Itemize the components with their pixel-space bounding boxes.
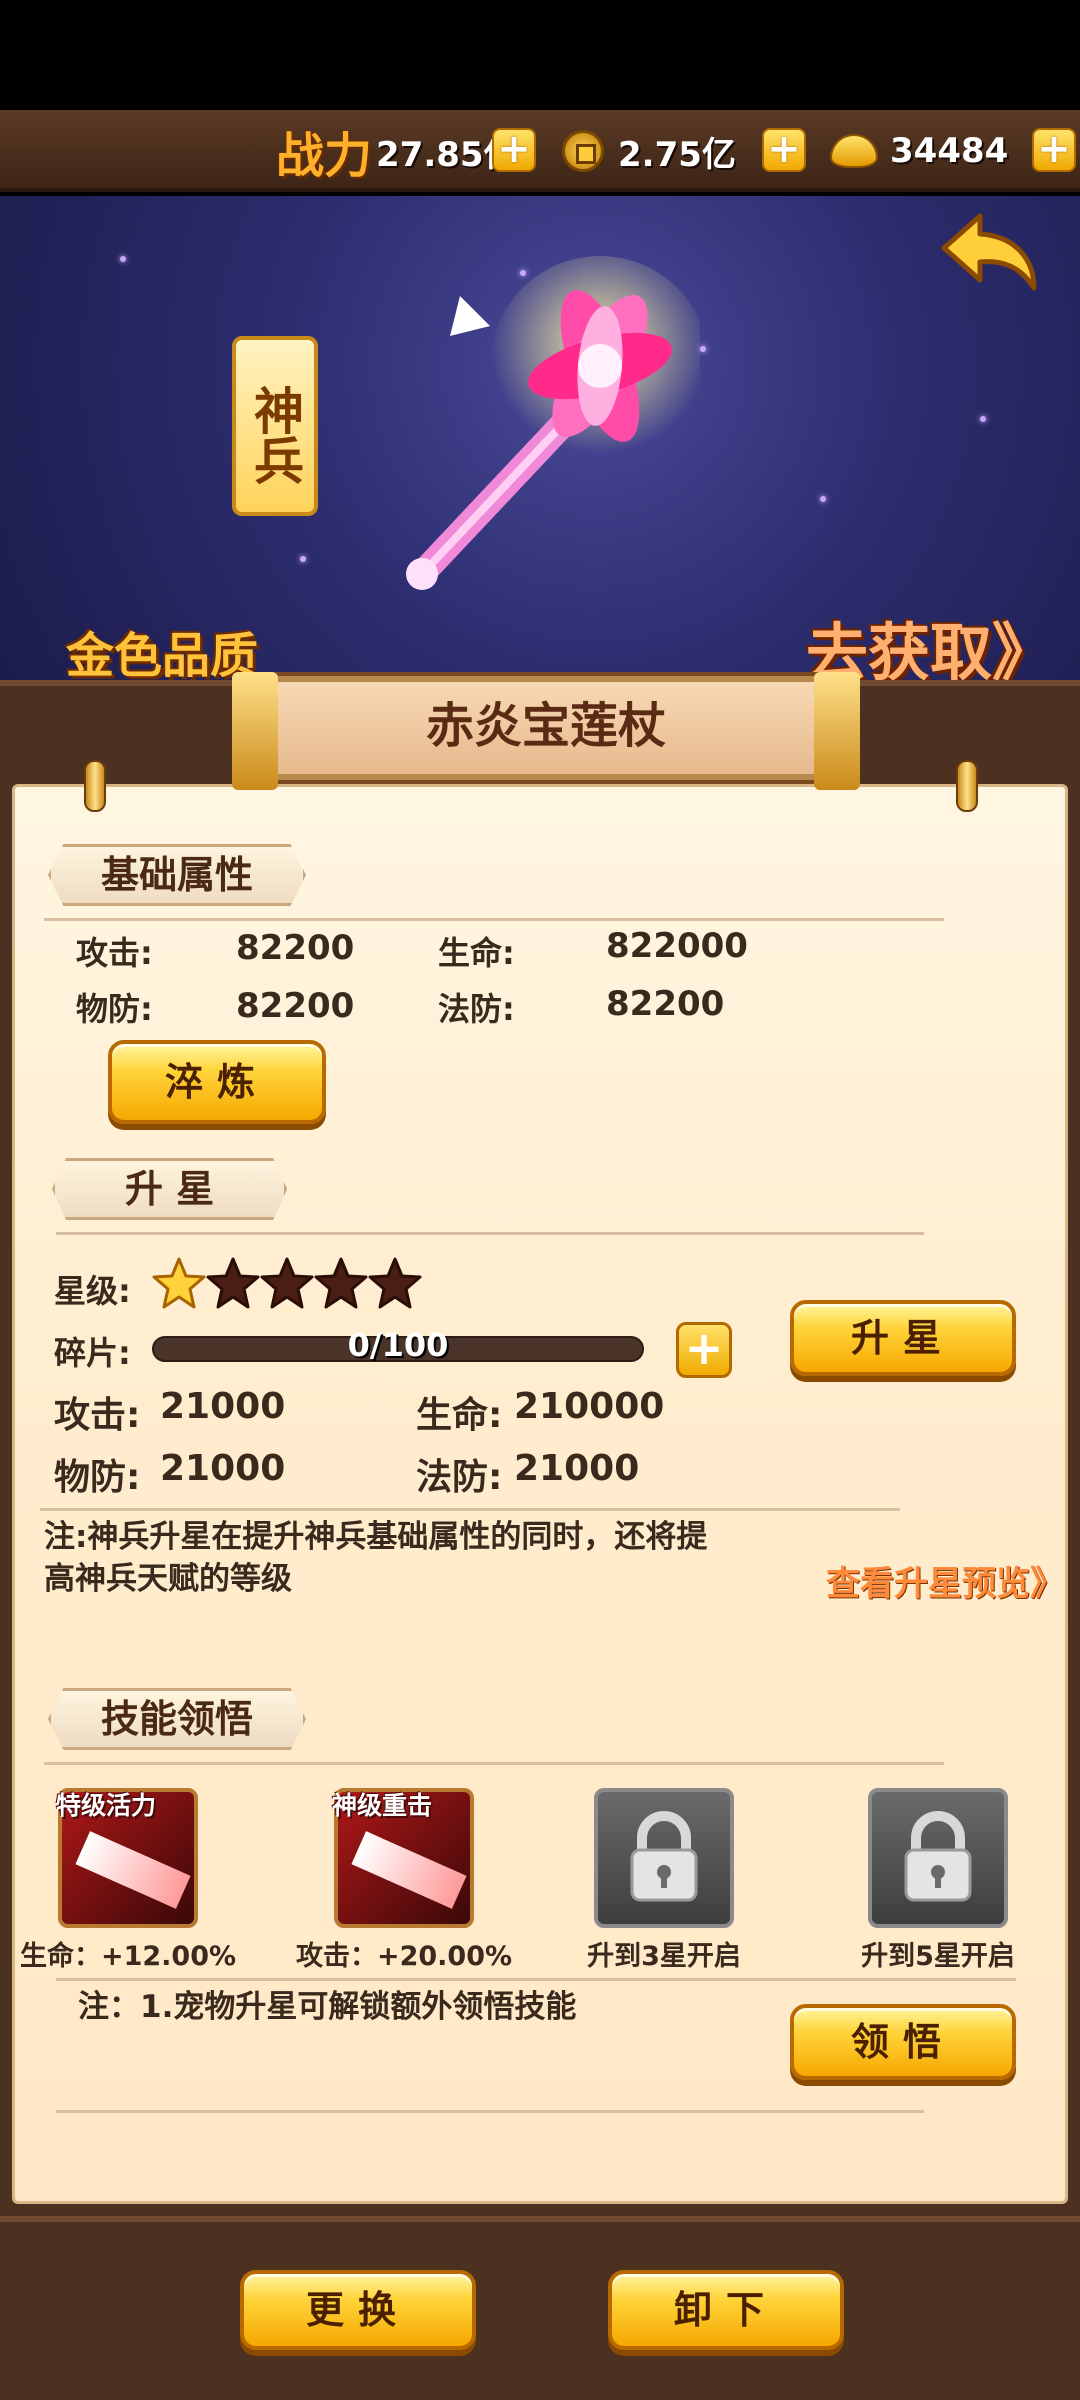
skill-caption: 升到5星开启 — [861, 1941, 1015, 1972]
power-label: 战力 — [276, 128, 373, 184]
skill-locked-box — [868, 1788, 1008, 1928]
star-hp-value: 210000 — [514, 1386, 665, 1427]
star-attack-label: 攻击: — [54, 1395, 141, 1436]
star-level-label: 星级: — [54, 1272, 131, 1310]
refine-button[interactable]: 淬炼 — [108, 1040, 326, 1124]
star-filled-icon — [152, 1257, 206, 1309]
replace-button[interactable]: 更换 — [240, 2270, 476, 2350]
divider — [44, 1762, 944, 1765]
skill-note: 注：1.宠物升星可解锁额外领悟技能 — [78, 1989, 577, 2025]
power-display: 战力 27.85亿 — [276, 122, 518, 184]
status-bar — [0, 0, 1080, 110]
sky-star — [700, 346, 706, 352]
lock-icon — [904, 1811, 972, 1902]
star-up-button[interactable]: 升星 — [790, 1300, 1016, 1376]
pdef-value: 82200 — [236, 986, 355, 1026]
skill-slot[interactable]: 特级活力 — [56, 1788, 198, 1928]
gold-display: 34484 — [830, 122, 1008, 180]
star-empty-icon — [260, 1257, 314, 1309]
lock-icon — [630, 1811, 698, 1902]
item-name: 赤炎宝莲杖 — [425, 698, 666, 754]
sky-star — [120, 256, 126, 262]
gold-value: 34484 — [890, 131, 1009, 171]
attack-label: 攻击: — [76, 934, 153, 972]
resource-bar: 战力 27.85亿 + 2.75亿 + 34484 + — [0, 110, 1080, 192]
divider — [44, 918, 944, 921]
skill-name: 神级重击 — [332, 1791, 433, 1820]
skill-locked-box — [594, 1788, 734, 1928]
mdef-label: 法防: — [438, 990, 515, 1028]
hp-label: 生命: — [438, 934, 515, 972]
lotus-staff-icon — [406, 256, 700, 590]
coins-display: 2.75亿 — [562, 122, 736, 180]
divider — [56, 1232, 924, 1235]
add-gold-button[interactable]: + — [1032, 128, 1076, 172]
skill-slot-locked[interactable] — [868, 1788, 1008, 1928]
pdef-label: 物防: — [76, 990, 153, 1028]
star-pdef-label: 物防: — [54, 1457, 141, 1498]
section-star-up: 升 星 — [52, 1158, 288, 1220]
divider — [56, 2110, 924, 2113]
skill-name: 特级活力 — [56, 1791, 157, 1820]
mdef-value: 82200 — [606, 984, 725, 1024]
section-skill-comprehend: 技能领悟 — [48, 1688, 307, 1750]
add-fragment-button[interactable]: + — [676, 1322, 732, 1378]
scroll-pin — [84, 760, 106, 812]
item-name-plate: 赤炎宝莲杖 — [232, 672, 860, 790]
bottom-action-bar — [0, 2216, 1080, 2400]
skill-caption: 升到3星开启 — [587, 1941, 741, 1972]
back-arrow-icon[interactable] — [940, 210, 1044, 294]
star-up-note-line1: 注:神兵升星在提升神兵基础属性的同时，还将提 — [44, 1519, 708, 1555]
star-up-note-line2: 高神兵天赋的等级 — [44, 1561, 292, 1597]
sky-star — [300, 556, 306, 562]
gold-ingot-icon — [830, 134, 878, 168]
coin-icon — [562, 130, 604, 172]
weapon-showcase: 神兵 金色品质 去获取》 — [0, 196, 1080, 680]
get-source-link[interactable]: 去获取》 — [806, 602, 1054, 680]
divine-weapon-tag: 神兵 — [232, 336, 318, 516]
star-mdef-value: 21000 — [514, 1448, 640, 1489]
skill-caption: 攻击：+20.00% — [295, 1941, 513, 1972]
star-mdef-label: 法防: — [416, 1457, 503, 1498]
section-basic-attributes: 基础属性 — [48, 844, 307, 906]
add-power-button[interactable]: + — [492, 128, 536, 172]
star-hp-label: 生命: — [416, 1395, 503, 1436]
quality-label: 金色品质 — [66, 628, 259, 680]
sky-star — [820, 496, 826, 502]
unequip-button[interactable]: 卸下 — [608, 2270, 844, 2350]
skill-caption: 生命：+12.00% — [19, 1941, 237, 1972]
star-empty-icon — [314, 1257, 368, 1309]
scroll-pin — [956, 760, 978, 812]
divider — [40, 1508, 900, 1511]
hp-value: 822000 — [606, 926, 748, 966]
skill-slot[interactable]: 神级重击 — [332, 1788, 474, 1928]
star-empty-icon — [206, 1257, 260, 1309]
divider — [56, 1978, 1016, 1981]
skill-slot-locked[interactable] — [594, 1788, 734, 1928]
attack-value: 82200 — [236, 928, 355, 968]
star-empty-icon — [368, 1257, 422, 1309]
star-attack-value: 21000 — [160, 1386, 286, 1427]
star-pdef-value: 21000 — [160, 1448, 286, 1489]
star-preview-link[interactable]: 查看升星预览》 — [826, 1556, 1064, 1605]
fragment-count: 0/100 — [347, 1326, 449, 1364]
star-up-note: 注:神兵升星在提升神兵基础属性的同时，还将提 高神兵天赋的等级 — [44, 1516, 784, 1600]
fragment-label: 碎片: — [54, 1334, 131, 1372]
comprehend-button[interactable]: 领悟 — [790, 2004, 1016, 2080]
coins-value: 2.75亿 — [618, 134, 736, 175]
sky-star — [980, 416, 986, 422]
add-coins-button[interactable]: + — [762, 128, 806, 172]
